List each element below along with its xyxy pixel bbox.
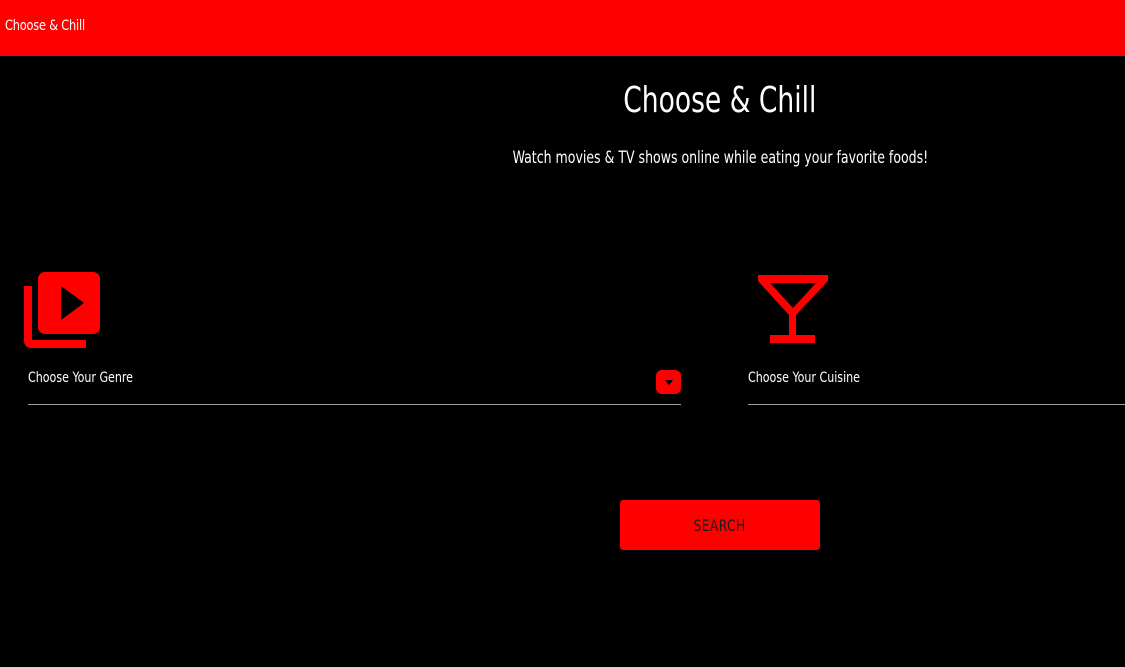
page-title: Choose & Chill [0,80,1125,121]
search-button-label: SEARCH [693,515,746,535]
genre-select-label: Choose Your Genre [28,370,134,386]
search-button[interactable]: SEARCH [620,500,820,550]
caret-down-icon [664,379,673,385]
navbar: Choose & Chill [0,0,1125,56]
cuisine-select-label: Choose Your Cuisine [748,370,861,386]
page-subtitle-text: Watch movies & TV shows online while eat… [512,148,928,168]
page-subtitle: Watch movies & TV shows online while eat… [0,148,1125,168]
genre-select[interactable]: Choose Your Genre [28,369,681,405]
page-title-text: Choose & Chill [623,80,817,121]
video-library-icon [24,272,100,348]
genre-dropdown-button[interactable] [656,370,681,394]
brand-logo-link[interactable]: Choose & Chill [5,18,85,34]
cocktail-glass-icon [758,275,828,343]
cuisine-select[interactable]: Choose Your Cuisine [748,369,1125,405]
